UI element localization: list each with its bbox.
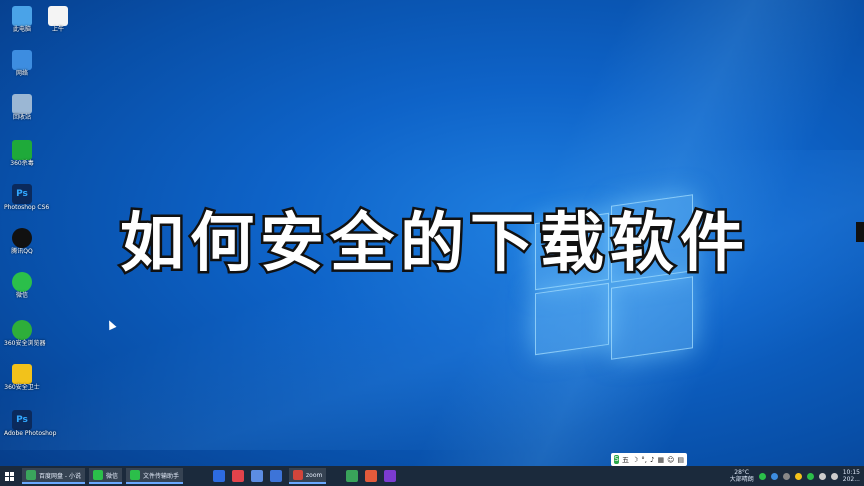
desktop-icon-label: 腾讯QQ: [11, 248, 33, 255]
wechat-icon: [92, 470, 103, 480]
tray-icon-4[interactable]: [794, 472, 802, 480]
windows-icon: [4, 471, 14, 481]
photoshop-icon: Ps: [12, 410, 32, 430]
network-icon: [12, 50, 32, 70]
video-title-overlay: 如何安全的下载软件: [118, 205, 750, 284]
sogou-ime-icon[interactable]: S: [614, 455, 619, 464]
desktop-icon-label: 360安全浏览器: [4, 340, 46, 347]
volume-icon[interactable]: [830, 472, 838, 480]
qq-penguin-icon: [12, 228, 32, 248]
desktop-icon[interactable]: 360安全卫士: [4, 364, 40, 392]
settings-icon[interactable]: [251, 470, 264, 482]
desktop-icon[interactable]: 此电脑: [4, 6, 40, 34]
taskbar: 百度网盘 - 小说 微信 文件传输助手 zoom 28°C 大部晴朗 10:15…: [0, 466, 864, 486]
tray-icon-1[interactable]: [758, 472, 766, 480]
desktop-icon-label: 微信: [15, 292, 28, 299]
recycle-bin-icon: [12, 94, 32, 114]
desktop-icon[interactable]: 360杀毒: [4, 140, 40, 168]
desktop-icon[interactable]: 网络: [4, 50, 40, 78]
plus-shield-icon: [12, 364, 32, 384]
desktop-icon-label: 网络: [15, 70, 28, 77]
chrome-icon[interactable]: [213, 470, 226, 482]
desktop-icon-label: Adobe Photoshop: [4, 430, 57, 437]
wifi-icon[interactable]: [818, 472, 826, 480]
tray-icon-3[interactable]: [782, 472, 790, 480]
desktop-icon-label: 回收站: [12, 114, 31, 121]
camera-app-icon[interactable]: [384, 470, 397, 482]
desktop-icon[interactable]: 微信: [4, 272, 40, 300]
ime-skin-icon[interactable]: ☺: [667, 456, 674, 464]
wechat-icon: [130, 470, 140, 480]
mouse-cursor: [105, 318, 117, 331]
desktop-icon[interactable]: Ps Adobe Photoshop: [4, 410, 57, 438]
desktop-icon-label: Photoshop CS6: [4, 204, 50, 211]
desktop-icon-label: 此电脑: [12, 26, 31, 33]
zoom-app-icon: [293, 470, 304, 480]
taskbar-app-file-transfer[interactable]: 文件传输助手: [126, 468, 184, 484]
computer-icon: [12, 6, 32, 26]
ime-mode[interactable]: 五: [622, 455, 629, 465]
store-icon[interactable]: [365, 470, 378, 482]
desktop-icon-label: 360安全卫士: [4, 384, 40, 391]
wechat-icon: [12, 272, 32, 292]
shield-app-icon[interactable]: [270, 470, 283, 482]
desktop-icon[interactable]: 上午: [40, 6, 76, 34]
taskbar-app-zoom[interactable]: zoom: [289, 468, 327, 484]
browser-e-icon: [12, 320, 32, 340]
edge-widget: [856, 222, 864, 242]
taskbar-app-wechat[interactable]: 微信: [88, 468, 122, 484]
desktop-icon-label: 上午: [51, 26, 64, 33]
ime-grid-icon[interactable]: ▤: [677, 456, 684, 464]
ime-mic-icon[interactable]: ♪: [650, 456, 654, 464]
shield-icon: [12, 140, 32, 160]
taskbar-app-baidu[interactable]: 百度网盘 - 小说: [22, 468, 85, 484]
desktop-icon[interactable]: 回收站: [4, 94, 40, 122]
xmind-icon[interactable]: [232, 470, 245, 482]
desktop-icon-label: 360杀毒: [10, 160, 34, 167]
media-player-icon[interactable]: [346, 470, 359, 482]
tray-icon-5[interactable]: [806, 472, 814, 480]
system-tray: 28°C 大部晴朗 10:15 202...: [730, 466, 864, 486]
ime-toolbar[interactable]: S 五 ☽ °, ♪ ▦ ☺ ▤: [611, 453, 687, 466]
clock[interactable]: 10:15 202...: [843, 469, 860, 483]
ime-punct-icon[interactable]: °,: [641, 456, 647, 464]
weather-widget[interactable]: 28°C 大部晴朗: [730, 469, 754, 483]
ime-moon-icon[interactable]: ☽: [632, 456, 638, 464]
desktop-icon[interactable]: Ps Photoshop CS6: [4, 184, 50, 212]
document-icon: [48, 6, 68, 26]
start-button[interactable]: [0, 466, 18, 486]
desktop-icon[interactable]: 腾讯QQ: [4, 228, 40, 256]
desktop-icon[interactable]: 360安全浏览器: [4, 320, 46, 348]
photoshop-icon: Ps: [12, 184, 32, 204]
ime-keyboard-icon[interactable]: ▦: [657, 456, 664, 464]
tray-icon-2[interactable]: [770, 472, 778, 480]
baidu-netdisk-icon: [26, 470, 36, 480]
